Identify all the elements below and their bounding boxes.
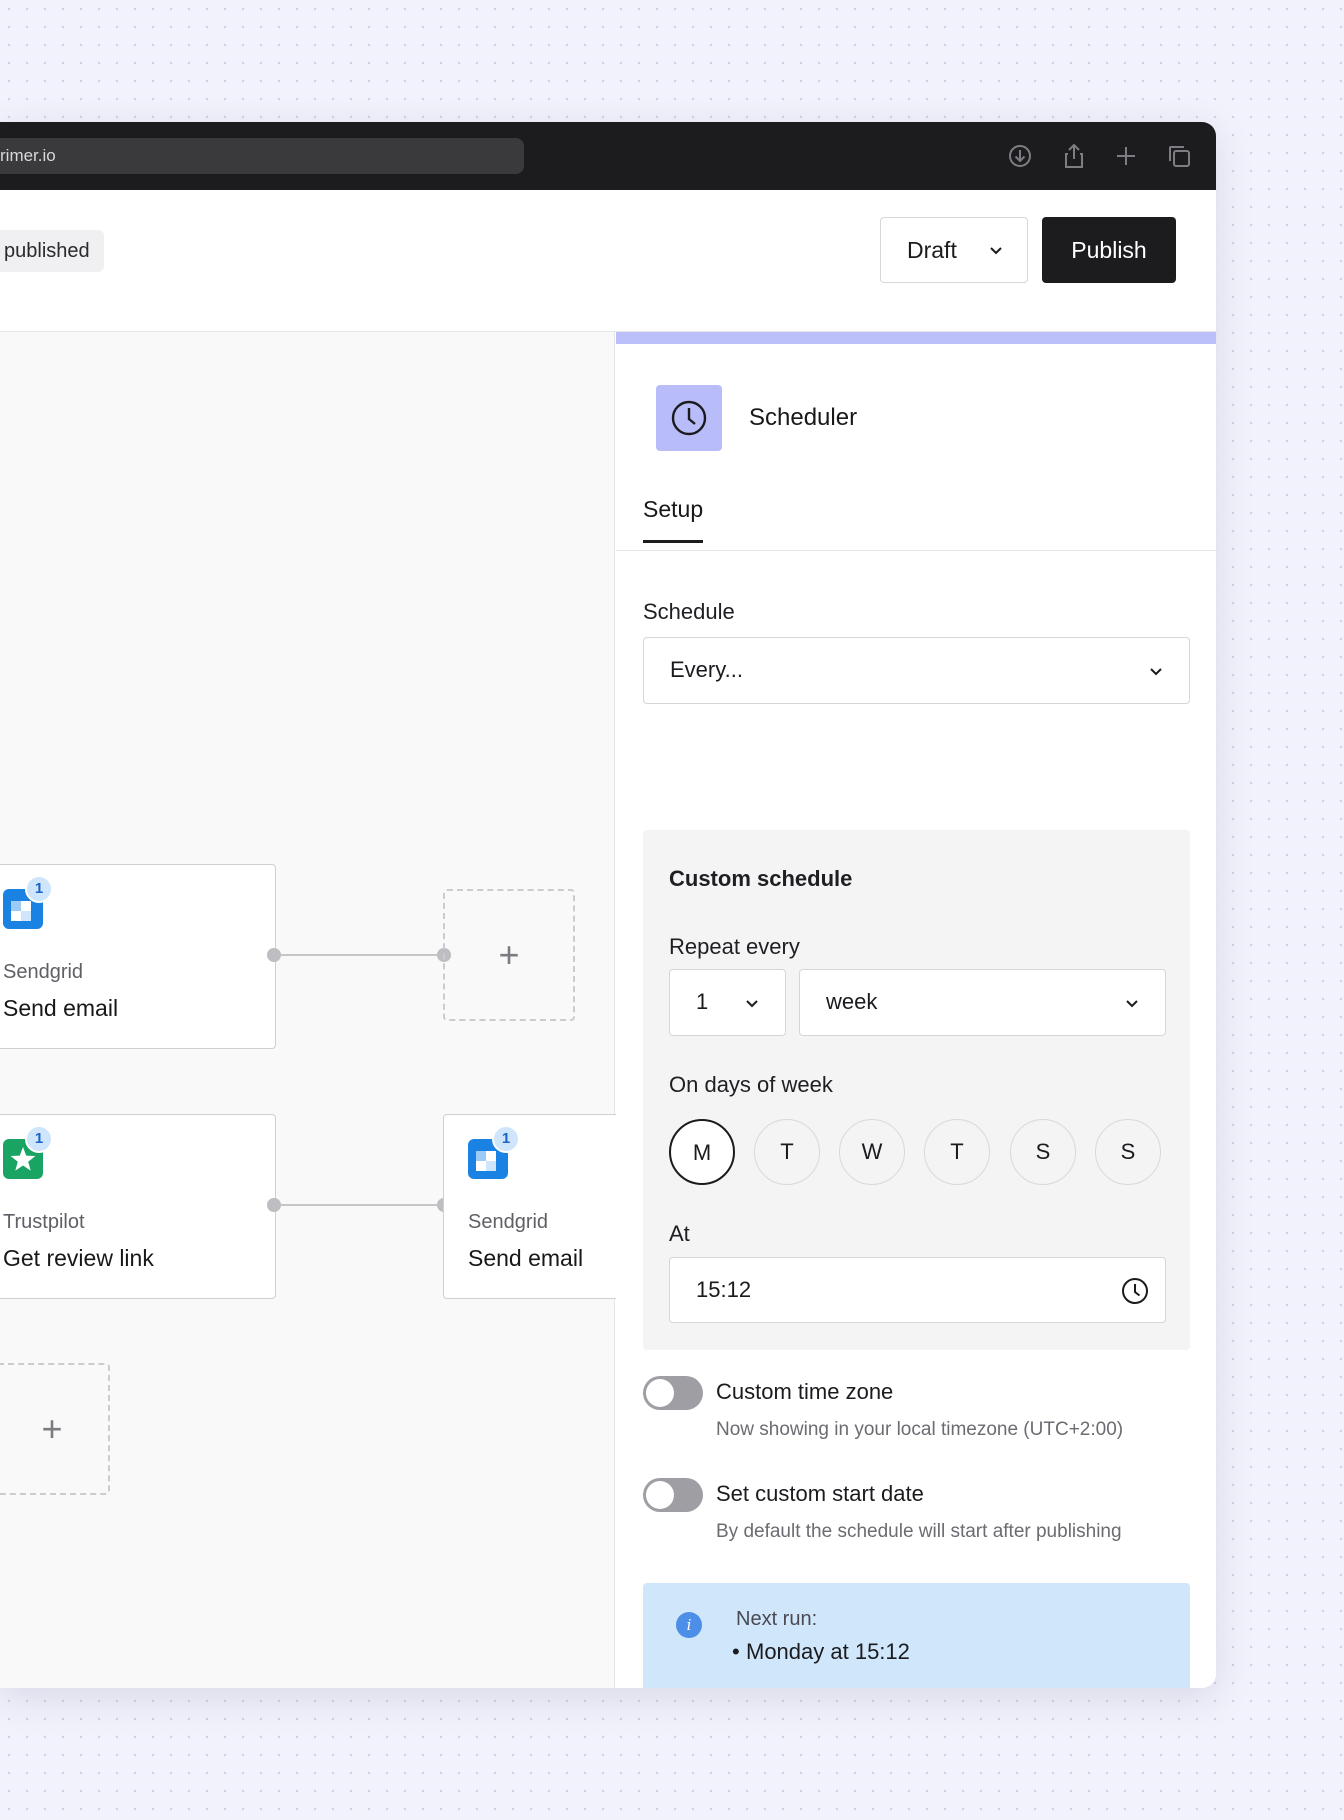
version-select-value: Draft [907, 237, 957, 263]
next-run-title: Next run: [736, 1608, 818, 1630]
custom-start-date-help: By default the schedule will start after… [716, 1521, 1122, 1542]
repeat-unit-select[interactable]: week [799, 969, 1166, 1036]
browser-window: rimer.io published Draft Publish 1 Sendg… [0, 122, 1216, 1688]
day-toggle-tuesday[interactable]: T [754, 1119, 820, 1185]
schedule-label: Schedule [643, 599, 735, 624]
repeat-every-label: Repeat every [669, 934, 800, 959]
custom-schedule-title: Custom schedule [669, 866, 853, 891]
workflow-node-sendgrid[interactable]: 1 Sendgrid Send email [0, 864, 276, 1049]
url-bar[interactable]: rimer.io [0, 138, 524, 174]
next-run-info: i Next run: Monday at 15:12 [643, 1583, 1190, 1688]
count-badge: 1 [25, 1125, 53, 1153]
custom-schedule-section: Custom schedule Repeat every 1 week On d… [643, 830, 1190, 1350]
count-badge: 1 [492, 1125, 520, 1153]
custom-start-date-toggle[interactable] [643, 1478, 703, 1512]
custom-start-date-label: Set custom start date [716, 1481, 924, 1506]
chevron-down-icon [1126, 1000, 1138, 1008]
day-toggle-wednesday[interactable]: W [839, 1119, 905, 1185]
workflow-node-trustpilot[interactable]: 1 Trustpilot Get review link [0, 1114, 276, 1299]
workflow-canvas[interactable]: 1 Sendgrid Send email + 1 Trustpilot Get… [0, 332, 643, 1688]
connector-line [281, 1204, 443, 1206]
node-app-name: Sendgrid [468, 1211, 549, 1233]
time-input[interactable]: 15:12 [669, 1257, 1166, 1323]
clock-icon [656, 385, 722, 451]
divider [616, 550, 1216, 551]
node-action-name: Send email [468, 1245, 584, 1271]
chevron-down-icon [990, 247, 1002, 255]
publish-button[interactable]: Publish [1042, 217, 1176, 283]
status-badge: published [0, 230, 104, 272]
custom-timezone-toggle[interactable] [643, 1376, 703, 1410]
connector-line [281, 954, 443, 956]
version-select[interactable]: Draft [880, 217, 1028, 283]
info-icon: i [676, 1612, 702, 1638]
clock-icon[interactable] [1121, 1277, 1149, 1305]
editor-toolbar: published Draft Publish [0, 190, 1216, 332]
schedule-select[interactable]: Every... [643, 637, 1190, 704]
schedule-select-value: Every... [670, 657, 743, 682]
panel-accent-bar [616, 332, 1216, 344]
chevron-down-icon [1150, 668, 1162, 676]
browser-titlebar: rimer.io [0, 122, 1216, 190]
custom-timezone-help: Now showing in your local timezone (UTC+… [716, 1419, 1124, 1440]
add-step-button[interactable]: + [443, 889, 575, 1021]
custom-timezone-label: Custom time zone [716, 1379, 894, 1404]
workflow-node-sendgrid[interactable]: 1 Sendgrid Send email [443, 1114, 643, 1299]
at-label: At [669, 1221, 690, 1246]
download-icon[interactable] [1006, 142, 1034, 170]
time-input-value: 15:12 [696, 1277, 752, 1302]
connector-port[interactable] [267, 1198, 281, 1212]
day-toggle-saturday[interactable]: S [1010, 1119, 1076, 1185]
node-app-name: Sendgrid [3, 961, 84, 983]
scheduler-panel: Scheduler Setup Schedule Every... Custom… [616, 332, 1216, 1688]
day-toggle-sunday[interactable]: S [1095, 1119, 1161, 1185]
day-toggle-thursday[interactable]: T [924, 1119, 990, 1185]
tab-setup[interactable]: Setup [643, 496, 704, 543]
share-icon[interactable] [1060, 142, 1088, 170]
repeat-count-select[interactable]: 1 [669, 969, 786, 1036]
next-run-item: Monday at 15:12 [732, 1639, 910, 1665]
node-action-name: Get review link [3, 1245, 154, 1271]
add-step-button[interactable]: + [0, 1363, 110, 1495]
repeat-unit-value: week [826, 989, 878, 1014]
tabs-icon[interactable] [1165, 142, 1193, 170]
chevron-down-icon [746, 1000, 758, 1008]
day-toggle-monday[interactable]: M [669, 1119, 735, 1185]
repeat-count-value: 1 [696, 989, 709, 1014]
node-app-name: Trustpilot [3, 1211, 85, 1233]
count-badge: 1 [25, 875, 53, 903]
node-action-name: Send email [3, 995, 119, 1021]
plus-icon[interactable] [1112, 142, 1140, 170]
panel-title: Scheduler [749, 404, 858, 431]
connector-port[interactable] [267, 948, 281, 962]
days-of-week-label: On days of week [669, 1072, 833, 1097]
